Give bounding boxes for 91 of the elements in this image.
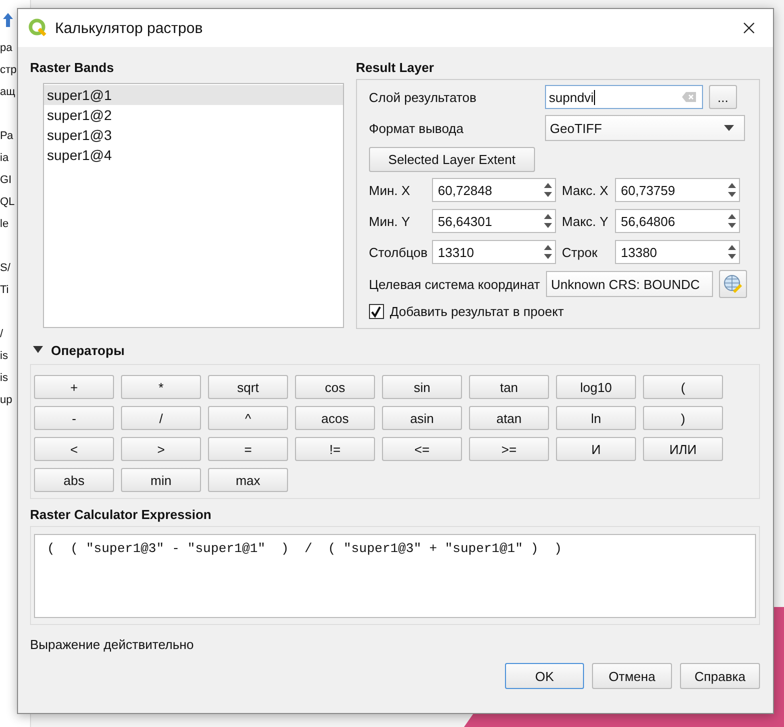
band-item[interactable]: super1@3 (44, 125, 343, 145)
number-spinbox[interactable]: 60,73759 (614, 178, 740, 202)
cut-off-label: / (0, 327, 4, 342)
operator-button[interactable]: ( (643, 375, 723, 399)
number-spinbox[interactable]: 13380 (614, 240, 740, 264)
spin-arrows-icon[interactable] (544, 183, 552, 197)
cut-off-label: QL (0, 195, 16, 210)
operator-button[interactable]: sin (382, 375, 462, 399)
spin-arrows-icon[interactable] (728, 183, 736, 197)
cut-off-label: le (0, 217, 10, 232)
band-item[interactable]: super1@1 (44, 85, 343, 105)
operator-button[interactable]: < (34, 437, 114, 461)
crs-select-button[interactable] (719, 270, 747, 298)
dropdown-arrow-icon (724, 125, 734, 131)
cut-off-label: is (0, 349, 9, 364)
operator-button[interactable]: max (208, 468, 288, 492)
field-label: Макс. Y (562, 214, 609, 228)
section-title: Операторы (51, 342, 125, 358)
spin-arrows-icon[interactable] (544, 214, 552, 228)
expression-editor[interactable]: ( ( "super1@3" - "super1@1" ) / ( "super1@3" + "super1@1" ) ) (34, 534, 756, 618)
operator-button[interactable]: * (121, 375, 201, 399)
dialog-button[interactable]: Отмена (592, 663, 672, 689)
output-layer-field[interactable]: supndvi (544, 85, 703, 109)
cut-off-label: GI (0, 173, 13, 188)
group-title: Result Layer (356, 59, 435, 77)
number-spinbox[interactable]: 56,64301 (432, 209, 556, 233)
checkbox-label: Добавить результат в проект (390, 304, 564, 319)
cut-off-label: стр (0, 63, 17, 78)
band-item[interactable]: super1@4 (44, 145, 343, 165)
browse-button[interactable]: ... (708, 85, 737, 109)
cut-off-label: ащ (0, 85, 16, 100)
field-label: Целевая система координат (368, 276, 540, 292)
operator-button[interactable]: asin (382, 406, 462, 430)
operator-button[interactable]: != (295, 437, 375, 461)
cut-off-label: ра (0, 41, 14, 56)
operator-button[interactable]: acos (295, 406, 375, 430)
operator-button[interactable]: >= (469, 437, 549, 461)
operator-button[interactable]: - (34, 406, 114, 430)
operator-button[interactable]: И (556, 437, 636, 461)
close-icon[interactable] (743, 22, 755, 34)
arrow-up-icon[interactable] (1, 12, 15, 28)
cut-off-label: Ра (0, 129, 14, 144)
field-label: Макс. X (562, 182, 609, 198)
operator-button[interactable]: tan (469, 375, 549, 399)
operator-button[interactable]: ^ (208, 406, 288, 430)
operator-button[interactable]: log10 (556, 375, 636, 399)
spin-arrows-icon[interactable] (544, 245, 552, 259)
operator-button[interactable]: <= (382, 437, 462, 461)
field-label: Мин. X (368, 182, 412, 198)
q-logo-icon (28, 18, 48, 38)
operator-button[interactable]: ИЛИ (643, 437, 723, 461)
cut-off-label: ia (0, 151, 10, 166)
status-text: Выражение действительно (30, 637, 195, 653)
operator-button[interactable]: / (121, 406, 201, 430)
field-label: Мин. Y (368, 214, 412, 228)
cut-off-label: S/ (0, 261, 12, 276)
spin-arrows-icon[interactable] (728, 214, 736, 228)
field-label: Строк (562, 244, 598, 260)
operator-button[interactable]: = (208, 437, 288, 461)
field-label: Слой результатов (368, 90, 478, 104)
dialog-button[interactable]: Справка (680, 663, 760, 689)
globe-icon (723, 274, 743, 294)
operator-button[interactable]: ln (556, 406, 636, 430)
window-title: Калькулятор растров (55, 20, 204, 36)
operator-button[interactable]: atan (469, 406, 549, 430)
collapse-triangle-icon (33, 346, 43, 354)
selected-layer-extent-button[interactable]: Selected Layer Extent (368, 147, 535, 172)
operator-button[interactable]: abs (34, 468, 114, 492)
operator-button[interactable]: min (121, 468, 201, 492)
crs-dropdown[interactable]: Unknown CRS: BOUNDC (546, 271, 713, 297)
spin-arrows-icon[interactable] (728, 245, 736, 259)
operator-button[interactable]: > (121, 437, 201, 461)
cut-off-label: Ti (0, 283, 10, 298)
operator-button[interactable]: ) (643, 406, 723, 430)
band-item[interactable]: super1@2 (44, 105, 343, 125)
number-spinbox[interactable]: 13310 (432, 240, 556, 264)
field-label: Формат вывода (368, 120, 464, 136)
group-title: Raster Calculator Expression (30, 506, 212, 524)
dialog-button[interactable]: OK (505, 663, 584, 689)
cut-off-label: up (0, 393, 14, 408)
format-dropdown[interactable]: GeoTIFF (544, 115, 745, 141)
checkbox[interactable] (368, 304, 384, 319)
operator-button[interactable]: + (34, 375, 114, 399)
field-label: Столбцов (368, 244, 426, 260)
operator-button[interactable]: sqrt (208, 375, 288, 399)
operators-header[interactable]: Операторы (30, 339, 760, 361)
group-title: Raster Bands (30, 59, 115, 77)
cut-off-label: is (0, 371, 9, 386)
operator-button[interactable]: cos (295, 375, 375, 399)
number-spinbox[interactable]: 56,64806 (614, 209, 740, 233)
number-spinbox[interactable]: 60,72848 (432, 178, 556, 202)
